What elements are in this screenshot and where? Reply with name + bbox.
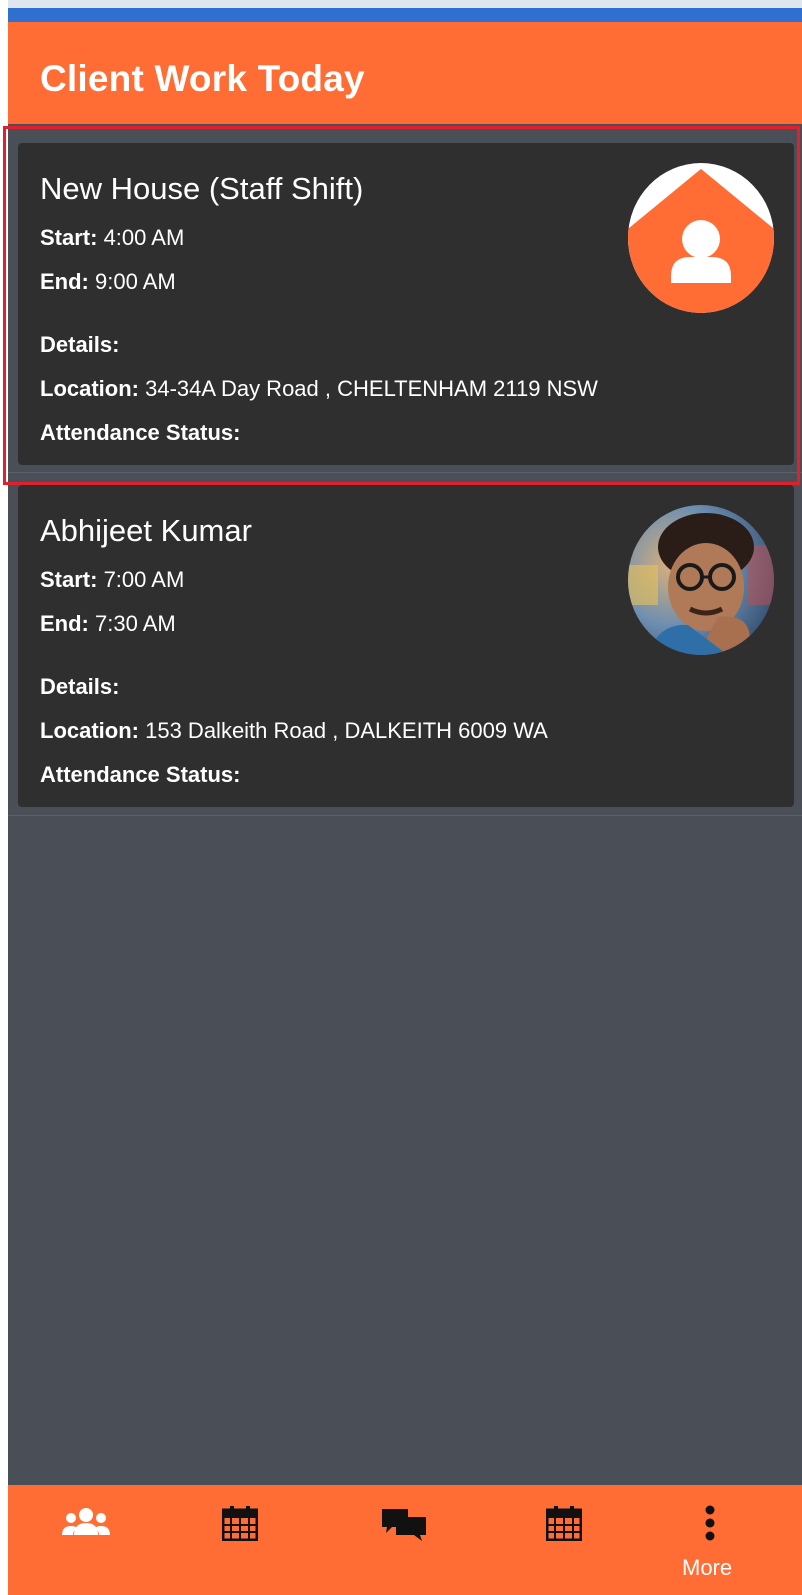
start-label: Start:: [40, 567, 104, 592]
app-header: Client Work Today: [8, 22, 802, 124]
divider: [8, 472, 802, 473]
details-label: Details:: [40, 674, 120, 699]
end-row: End: 9:00 AM: [40, 269, 176, 295]
browser-chrome-strip: [8, 0, 802, 8]
start-label: Start:: [40, 225, 104, 250]
nav-roster[interactable]: [504, 1485, 624, 1595]
client-name: Abhijeet Kumar: [40, 513, 252, 548]
location-row: Location: 34-34A Day Road , CHELTENHAM 2…: [40, 376, 598, 402]
client-name: New House (Staff Shift): [40, 171, 364, 206]
end-label: End:: [40, 269, 95, 294]
end-label: End:: [40, 611, 95, 636]
start-row: Start: 7:00 AM: [40, 567, 184, 593]
location-row: Location: 153 Dalkeith Road , DALKEITH 6…: [40, 718, 548, 744]
attendance-label: Attendance Status:: [40, 420, 241, 445]
calendar-icon: [546, 1506, 582, 1541]
attendance-row: Attendance Status:: [40, 420, 240, 446]
details-label: Details:: [40, 332, 120, 357]
end-time: 7:30 AM: [95, 611, 176, 636]
house-user-icon: [628, 163, 774, 313]
attendance-label: Attendance Status:: [40, 762, 241, 787]
start-time: 7:00 AM: [103, 567, 185, 592]
nav-calendar[interactable]: [180, 1485, 300, 1595]
end-time: 9:00 AM: [95, 269, 176, 294]
nav-more[interactable]: More: [662, 1485, 782, 1595]
more-vertical-icon: [705, 1505, 715, 1541]
chat-icon: [382, 1509, 426, 1541]
users-icon: [62, 1508, 110, 1535]
details-row: Details:: [40, 674, 119, 700]
end-row: End: 7:30 AM: [40, 611, 176, 637]
location-value: 153 Dalkeith Road , DALKEITH 6009 WA: [145, 718, 548, 743]
details-row: Details:: [40, 332, 119, 358]
start-time: 4:00 AM: [103, 225, 185, 250]
calendar-icon: [222, 1506, 258, 1541]
location-label: Location:: [40, 718, 146, 743]
divider: [8, 815, 802, 816]
app-screen: Client Work Today New House (Staff Shift…: [8, 22, 802, 1595]
nav-clients[interactable]: [28, 1485, 148, 1595]
location-value: 34-34A Day Road , CHELTENHAM 2119 NSW: [145, 376, 598, 401]
list-item[interactable]: Abhijeet Kumar Start: 7:00 AM End: 7:30 …: [18, 485, 794, 807]
start-row: Start: 4:00 AM: [40, 225, 184, 251]
attendance-row: Attendance Status:: [40, 762, 240, 788]
profile-photo: [628, 505, 774, 655]
bottom-navigation: More: [8, 1485, 802, 1595]
page-title: Client Work Today: [40, 58, 365, 99]
location-label: Location:: [40, 376, 146, 401]
status-bar: [8, 8, 802, 22]
list-item[interactable]: New House (Staff Shift) Start: 4:00 AM E…: [18, 143, 794, 465]
nav-more-label: More: [682, 1555, 733, 1580]
nav-messages[interactable]: [344, 1485, 464, 1595]
